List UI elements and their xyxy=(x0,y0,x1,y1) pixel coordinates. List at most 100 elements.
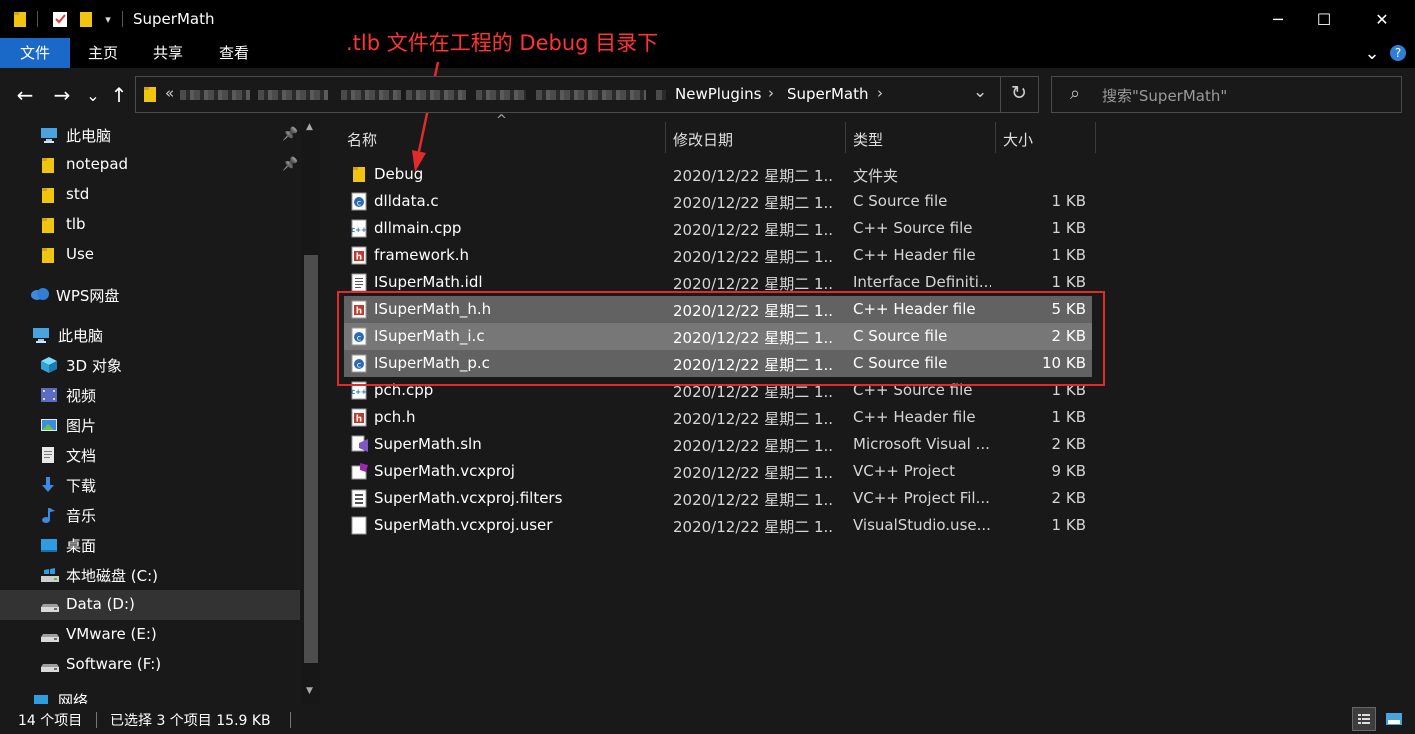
new-folder-icon[interactable] xyxy=(77,9,95,29)
sidebar-item[interactable]: 桌面 xyxy=(0,530,300,560)
column-divider[interactable] xyxy=(665,122,666,153)
address-bar[interactable]: « NewPlugins › SuperMath › ⌄ ↻ xyxy=(135,76,1039,113)
details-view-button[interactable] xyxy=(1352,707,1376,731)
file-date: 2020/12/22 星期二 1... xyxy=(673,437,833,455)
blurred-path xyxy=(656,90,666,100)
file-type: VC++ Project Fil... xyxy=(853,489,990,507)
file-name: SuperMath.vcxproj.filters xyxy=(374,489,563,507)
sidebar-item[interactable]: 网络 xyxy=(0,685,300,704)
document-icon xyxy=(40,446,58,464)
folder-icon xyxy=(40,216,58,234)
sidebar-item[interactable]: 图片 xyxy=(0,410,300,440)
file-row[interactable]: SuperMath.sln 2020/12/22 星期二 1... Microsof… xyxy=(344,431,1092,458)
sidebar-item[interactable]: 下载 xyxy=(0,470,300,500)
overflow-icon[interactable]: « xyxy=(165,84,174,102)
address-dropdown-icon[interactable]: ⌄ xyxy=(973,82,987,102)
sort-ascending-icon: ^ xyxy=(496,113,507,128)
pin-icon[interactable]: 📌 xyxy=(282,157,298,172)
folder-icon xyxy=(13,9,27,29)
file-row[interactable]: c++ dllmain.cpp 2020/12/22 星期二 1... C++ Sou… xyxy=(344,215,1092,242)
file-row[interactable]: SuperMath.vcxproj.filters 2020/12/22 星期二 … xyxy=(344,485,1092,512)
tab-file[interactable]: 文件 xyxy=(0,38,70,68)
sidebar-item[interactable]: tlb xyxy=(0,210,300,240)
file-row[interactable]: SuperMath.vcxproj.user 2020/12/22 星期二 1..… xyxy=(344,512,1092,539)
refresh-icon[interactable]: ↻ xyxy=(1011,82,1027,104)
sidebar-item[interactable]: 此电脑 📌 xyxy=(0,120,300,150)
system-drive-icon xyxy=(40,566,59,584)
column-divider[interactable] xyxy=(1095,122,1096,153)
breadcrumb-newplugins[interactable]: NewPlugins xyxy=(675,85,761,103)
column-type[interactable]: 类型 xyxy=(853,129,883,159)
sidebar-item[interactable]: 音乐 xyxy=(0,500,300,530)
sidebar-item[interactable]: notepad 📌 xyxy=(0,150,300,180)
up-button[interactable]: ↑ xyxy=(105,80,133,110)
file-row[interactable]: Debug 2020/12/22 星期二 1... 文件夹 xyxy=(344,161,1092,188)
file-size: 1 KB xyxy=(1051,192,1086,210)
tab-share[interactable]: 共享 xyxy=(142,38,194,68)
large-icons-view-button[interactable] xyxy=(1382,707,1406,731)
file-type: C Source file xyxy=(853,192,948,210)
sidebar-item[interactable]: 3D 对象 xyxy=(0,350,300,380)
cloud-icon xyxy=(30,286,49,304)
recent-locations-button[interactable]: ⌄ xyxy=(80,80,106,110)
file-name: SuperMath.sln xyxy=(374,435,482,453)
sidebar-item[interactable]: Use xyxy=(0,240,300,270)
sidebar-item[interactable]: 文档 xyxy=(0,440,300,470)
breadcrumb-supermath[interactable]: SuperMath xyxy=(787,85,868,103)
minimize-button[interactable]: ─ xyxy=(1255,0,1301,38)
sidebar-item[interactable]: WPS网盘 xyxy=(0,280,300,310)
svg-text:h: h xyxy=(356,415,362,425)
svg-text:h: h xyxy=(356,253,362,263)
window-title: SuperMath xyxy=(133,10,215,28)
column-date[interactable]: 修改日期 xyxy=(673,129,733,159)
column-divider[interactable] xyxy=(995,122,996,153)
file-date: 2020/12/22 星期二 1... xyxy=(673,464,833,482)
file-row[interactable]: h pch.h 2020/12/22 星期二 1... C++ Header file… xyxy=(344,404,1092,431)
column-divider[interactable] xyxy=(845,122,846,153)
file-row[interactable]: SuperMath.vcxproj 2020/12/22 星期二 1... VC++… xyxy=(344,458,1092,485)
breadcrumb-separator[interactable]: › xyxy=(768,84,774,102)
cube-icon xyxy=(40,356,58,374)
sidebar-item[interactable]: std xyxy=(0,180,300,210)
file-size: 1 KB xyxy=(1051,516,1086,534)
file-row[interactable]: c dlldata.c 2020/12/22 星期二 1... C Source fi… xyxy=(344,188,1092,215)
sidebar-item[interactable]: 此电脑 xyxy=(0,320,300,350)
forward-button[interactable]: → xyxy=(48,80,76,110)
back-button[interactable]: ← xyxy=(11,80,39,110)
maximize-button[interactable]: ☐ xyxy=(1301,0,1347,38)
sidebar-item[interactable]: Data (D:) xyxy=(0,590,300,620)
nav-scrollbar[interactable]: ▲ ▼ xyxy=(301,120,320,704)
pin-icon[interactable]: 📌 xyxy=(282,127,298,142)
file-type: C++ Source file xyxy=(853,219,973,237)
scroll-up-icon[interactable]: ▲ xyxy=(306,122,313,132)
close-button[interactable]: ✕ xyxy=(1359,0,1405,38)
sidebar-item[interactable]: Software (F:) xyxy=(0,650,300,680)
drive-icon xyxy=(40,626,59,644)
picture-icon xyxy=(40,416,58,434)
file-size: 1 KB xyxy=(1051,246,1086,264)
network-icon xyxy=(32,691,50,704)
sidebar-item-label: 图片 xyxy=(66,417,97,435)
file-type: VisualStudio.use... xyxy=(853,516,991,534)
file-row[interactable]: h framework.h 2020/12/22 星期二 1... C++ Heade… xyxy=(344,242,1092,269)
column-size[interactable]: 大小 xyxy=(1003,129,1033,159)
column-name[interactable]: 名称 xyxy=(347,129,377,159)
properties-icon[interactable] xyxy=(50,9,70,29)
svg-text:c: c xyxy=(357,199,361,208)
sidebar-item[interactable]: 视频 xyxy=(0,380,300,410)
scrollbar-thumb[interactable] xyxy=(304,255,318,663)
tab-view[interactable]: 查看 xyxy=(208,38,260,68)
expand-ribbon-icon[interactable]: ⌄ xyxy=(1362,42,1382,64)
help-icon[interactable]: ? xyxy=(1388,42,1408,64)
sidebar-item[interactable]: 本地磁盘 (C:) xyxy=(0,560,300,590)
scroll-down-icon[interactable]: ▼ xyxy=(306,686,313,696)
sidebar-item-label: 视频 xyxy=(66,387,97,405)
tab-home[interactable]: 主页 xyxy=(78,38,128,68)
sidebar-item[interactable]: VMware (E:) xyxy=(0,620,300,650)
search-box[interactable]: ⌕ 搜索"SuperMath" xyxy=(1051,76,1402,113)
highlight-box xyxy=(337,291,1105,386)
user-file-icon xyxy=(351,516,367,535)
customize-quick-access-icon[interactable]: ▾ xyxy=(102,9,114,29)
breadcrumb-separator[interactable]: › xyxy=(877,84,883,102)
sidebar-item-label: 3D 对象 xyxy=(66,357,122,375)
